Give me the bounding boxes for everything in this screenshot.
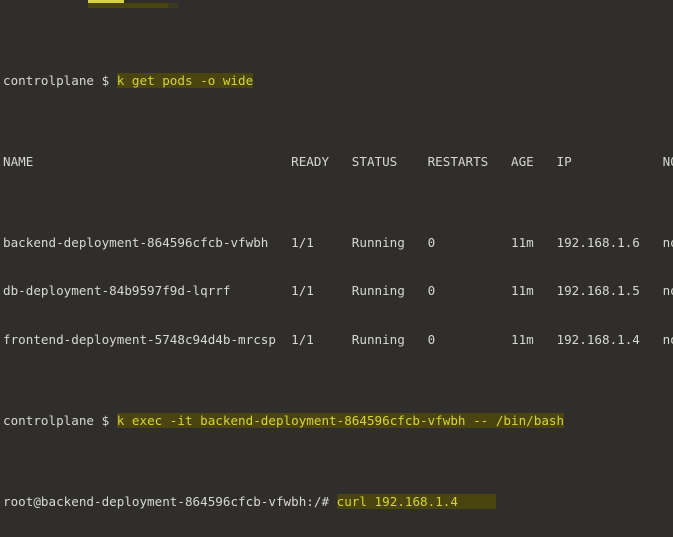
command-line-curl[interactable]: root@backend-deployment-864596cfcb-vfwbh… [3, 494, 673, 510]
command-line-exec[interactable]: controlplane $ k exec -it backend-deploy… [3, 413, 673, 429]
table-row: frontend-deployment-5748c94d4b-mrcsp 1/1… [3, 332, 673, 347]
command-line-get-pods[interactable]: controlplane $ k get pods -o wide [3, 72, 673, 89]
table-row: backend-deployment-864596cfcb-vfwbh 1/1 … [3, 234, 673, 250]
command-exec[interactable]: k exec -it backend-deployment-864596cfcb… [116, 413, 565, 428]
pod-shell-prompt: root@backend-deployment-864596cfcb-vfwbh… [3, 494, 337, 509]
command-curl-highlight-padding [457, 494, 496, 509]
terminal-screen[interactable]: controlplane $ k get pods -o wide NAME R… [3, 8, 673, 537]
shell-prompt: controlplane $ [3, 413, 117, 428]
shell-prompt: controlplane $ [3, 72, 117, 88]
pods-table-header: NAME READY STATUS RESTARTS AGE IP NODE [3, 153, 673, 169]
command-curl[interactable]: curl 192.168.1.4 [336, 494, 458, 509]
command-get-pods[interactable]: k get pods -o wide [116, 72, 254, 88]
table-row: db-deployment-84b9597f9d-lqrrf 1/1 Runni… [3, 283, 673, 299]
terminal-window[interactable]: controlplane $ k get pods -o wide NAME R… [0, 0, 673, 537]
